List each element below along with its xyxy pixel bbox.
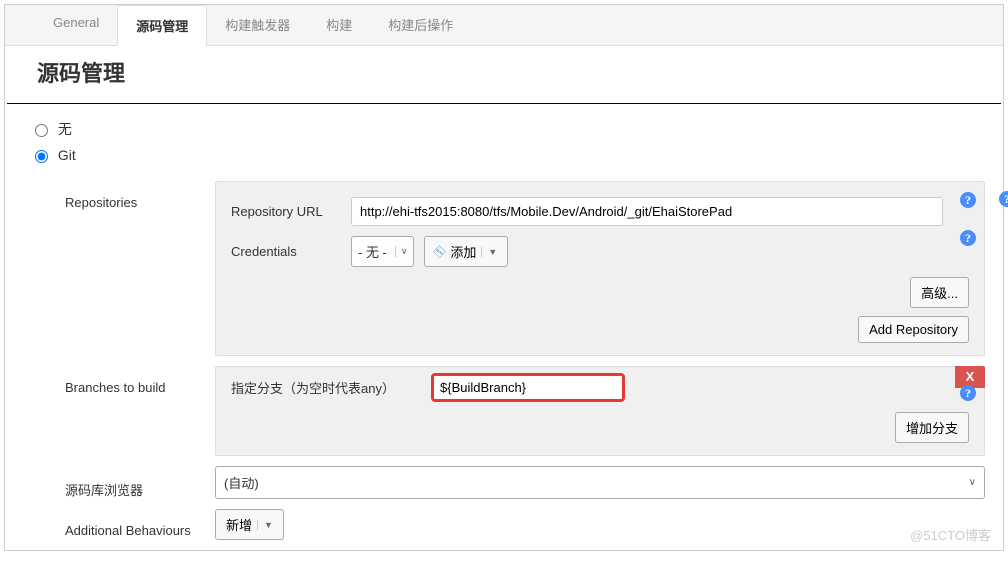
scm-radio-group: 无 Git — [5, 104, 1003, 181]
chevron-down-icon: ∨ — [395, 246, 408, 257]
section-title: 源码管理 — [7, 46, 1001, 104]
radio-none-label: 无 — [58, 121, 72, 137]
tab-triggers[interactable]: 构建触发器 — [207, 5, 308, 45]
radio-git-input[interactable] — [35, 150, 48, 163]
repo-url-input[interactable] — [351, 197, 943, 226]
add-behaviour-button[interactable]: 新增 ▼ — [215, 509, 284, 540]
credentials-label: Credentials — [231, 244, 351, 259]
add-branch-button[interactable]: 增加分支 — [895, 412, 969, 443]
repo-browser-value: (自动) — [224, 473, 259, 492]
help-icon[interactable]: ? — [960, 192, 976, 208]
repo-browser-label: 源码库浏览器 — [65, 466, 215, 499]
branch-specifier-label: 指定分支（为空时代表any） — [231, 378, 431, 397]
help-icon[interactable]: ? — [999, 191, 1008, 207]
tab-scm[interactable]: 源码管理 — [117, 5, 207, 46]
repositories-box: ? ? Repository URL Credentials - 无 - ∨ — [215, 181, 985, 356]
add-credentials-label: 添加 — [450, 242, 476, 261]
branches-box: X ? 指定分支（为空时代表any） 增加分支 — [215, 366, 985, 456]
add-repository-button[interactable]: Add Repository — [858, 316, 969, 343]
help-icon[interactable]: ? — [960, 385, 976, 401]
tab-postbuild[interactable]: 构建后操作 — [370, 5, 471, 45]
repositories-label: Repositories — [65, 181, 215, 210]
branch-specifier-input[interactable] — [431, 373, 625, 402]
scm-radio-git[interactable]: Git — [35, 147, 76, 163]
scm-radio-none[interactable]: 无 — [35, 121, 72, 137]
advanced-button[interactable]: 高级... — [910, 277, 969, 308]
credentials-value: - 无 - — [358, 242, 387, 261]
chevron-down-icon: ▼ — [257, 520, 273, 530]
tab-build[interactable]: 构建 — [308, 5, 370, 45]
tab-general[interactable]: General — [35, 5, 117, 45]
credentials-select[interactable]: - 无 - ∨ — [351, 236, 414, 267]
key-icon: ⚿ — [431, 242, 449, 260]
branches-label: Branches to build — [65, 366, 215, 395]
chevron-down-icon: ∨ — [969, 477, 976, 488]
config-tabs: General 源码管理 构建触发器 构建 构建后操作 — [5, 5, 1003, 46]
add-credentials-button[interactable]: ⚿ 添加 ▼ — [424, 236, 508, 267]
add-behaviour-label: 新增 — [226, 515, 252, 534]
repo-url-label: Repository URL — [231, 204, 351, 219]
behaviours-label: Additional Behaviours — [65, 509, 215, 538]
repo-browser-select[interactable]: (自动) ∨ — [215, 466, 985, 499]
radio-none-input[interactable] — [35, 124, 48, 137]
radio-git-label: Git — [58, 147, 76, 163]
help-icon[interactable]: ? — [960, 230, 976, 246]
chevron-down-icon: ▼ — [481, 247, 497, 257]
